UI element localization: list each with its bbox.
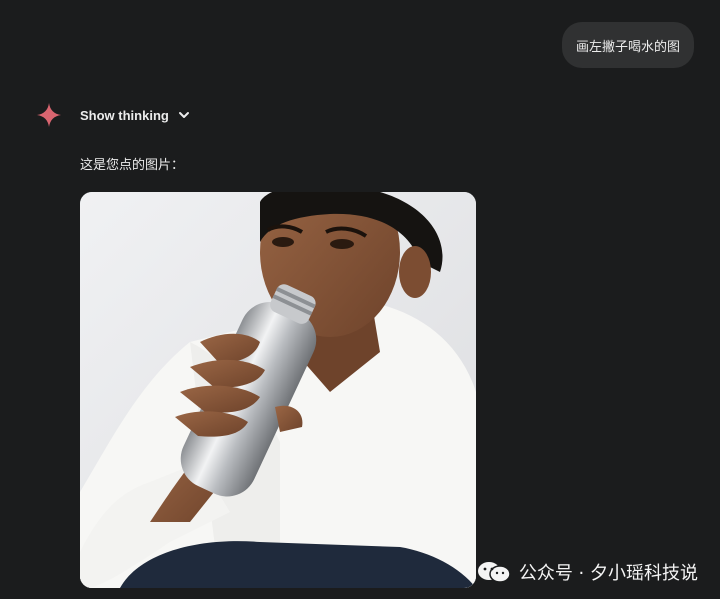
gemini-spark-icon xyxy=(37,103,61,127)
show-thinking-button[interactable]: Show thinking xyxy=(80,108,191,123)
generated-image[interactable] xyxy=(80,192,476,588)
assistant-reply-text: 这是您点的图片： xyxy=(80,158,185,173)
watermark-text: 公众号 · 夕小瑶科技说 xyxy=(518,563,698,584)
assistant-header: Show thinking xyxy=(36,100,191,130)
user-message-bubble: 画左撇子喝水的图 xyxy=(561,22,694,68)
chevron-down-icon xyxy=(178,112,189,118)
drinking-man-illustration xyxy=(80,192,476,588)
chat-page: 画左撇子喝水的图 Show thinking 这是您点的图片： 公众号 · 夕小… xyxy=(0,0,720,599)
show-thinking-label: Show thinking xyxy=(80,107,169,123)
user-message-text: 画左撇子喝水的图 xyxy=(575,39,680,55)
watermark: 公众号 · 夕小瑶科技说 xyxy=(477,559,698,585)
wechat-icon xyxy=(477,562,511,583)
